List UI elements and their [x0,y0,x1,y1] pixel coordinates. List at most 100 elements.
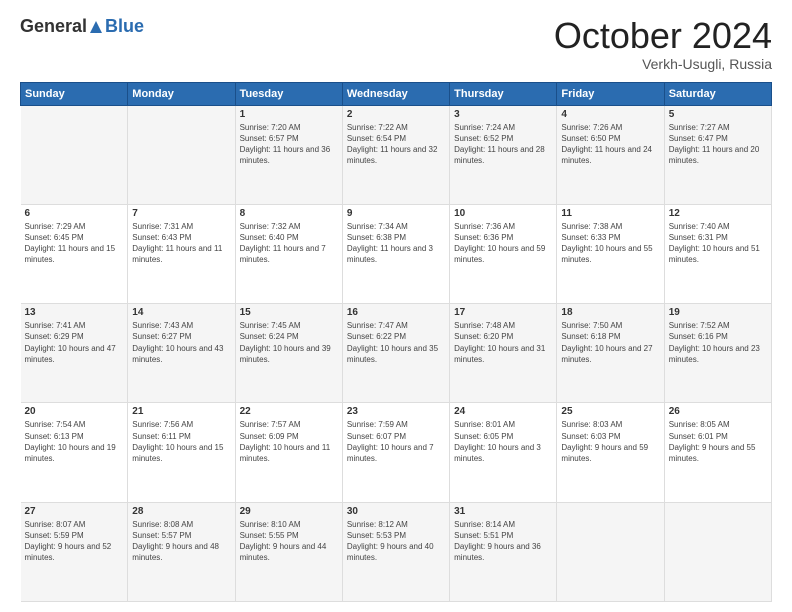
day-cell: 28Sunrise: 8:08 AM Sunset: 5:57 PM Dayli… [128,502,235,601]
day-cell: 30 Sunrise: 8:12 AM Sunset: 5:53 PM Dayli… [342,502,449,601]
day-cell: 31Sunrise: 8:14 AM Sunset: 5:51 PM Dayli… [450,502,557,601]
weekday-header-row: SundayMondayTuesdayWednesdayThursdayFrid… [21,82,772,105]
day-number: 23 [347,406,445,417]
weekday-header-wednesday: Wednesday [342,82,449,105]
day-info: Sunrise: 7:22 AM Sunset: 6:54 PM Dayligh… [347,122,445,167]
week-row-2: 6 Sunrise: 7:29 AM Sunset: 6:45 PM Daylig… [21,204,772,303]
day-cell: 8 Sunrise: 7:32 AM Sunset: 6:40 PM Daylig… [235,204,342,303]
header: General Blue October 2024 Verkh-Usugli, … [20,16,772,72]
day-info: Sunrise: 7:32 AM Sunset: 6:40 PM Dayligh… [240,221,338,266]
day-number: 16 [347,307,445,318]
day-number: 5 [669,109,767,120]
calendar-table: SundayMondayTuesdayWednesdayThursdayFrid… [20,82,772,602]
logo-blue-text: Blue [105,16,144,37]
day-cell: 23 Sunrise: 7:59 AM Sunset: 6:07 PM Dayli… [342,403,449,502]
day-cell: 7 Sunrise: 7:31 AM Sunset: 6:43 PM Daylig… [128,204,235,303]
day-info: Sunrise: 7:24 AM Sunset: 6:52 PM Dayligh… [454,122,552,167]
day-cell: 11 Sunrise: 7:38 AM Sunset: 6:33 PM Dayli… [557,204,664,303]
day-number: 31 [454,506,552,517]
day-number: 12 [669,208,767,219]
day-cell: 29 Sunrise: 8:10 AM Sunset: 5:55 PM Dayli… [235,502,342,601]
weekday-header-sunday: Sunday [21,82,128,105]
day-cell: 10 Sunrise: 7:36 AM Sunset: 6:36 PM Dayli… [450,204,557,303]
day-info: Sunrise: 7:29 AM Sunset: 6:45 PM Dayligh… [25,221,124,266]
week-row-1: 1 Sunrise: 7:20 AM Sunset: 6:57 PM Daylig… [21,105,772,204]
day-number: 8 [240,208,338,219]
day-info: Sunrise: 8:10 AM Sunset: 5:55 PM Dayligh… [240,519,338,564]
weekday-header-tuesday: Tuesday [235,82,342,105]
day-number: 7 [132,208,230,219]
title-block: October 2024 Verkh-Usugli, Russia [554,16,772,72]
day-info: Sunrise: 8:12 AM Sunset: 5:53 PM Dayligh… [347,519,445,564]
day-info: Sunrise: 7:47 AM Sunset: 6:22 PM Dayligh… [347,320,445,365]
day-cell: 22Sunrise: 7:57 AM Sunset: 6:09 PM Dayli… [235,403,342,502]
day-info: Sunrise: 7:57 AM Sunset: 6:09 PM Dayligh… [240,419,338,464]
day-number: 19 [669,307,767,318]
day-info: Sunrise: 7:27 AM Sunset: 6:47 PM Dayligh… [669,122,767,167]
day-number: 13 [25,307,124,318]
day-cell: 16 Sunrise: 7:47 AM Sunset: 6:22 PM Dayli… [342,304,449,403]
day-cell: 15 Sunrise: 7:45 AM Sunset: 6:24 PM Dayli… [235,304,342,403]
day-cell: 3 Sunrise: 7:24 AM Sunset: 6:52 PM Daylig… [450,105,557,204]
day-number: 11 [561,208,659,219]
day-number: 24 [454,406,552,417]
day-info: Sunrise: 7:34 AM Sunset: 6:38 PM Dayligh… [347,221,445,266]
day-info: Sunrise: 8:08 AM Sunset: 5:57 PM Dayligh… [132,519,230,564]
day-info: Sunrise: 7:31 AM Sunset: 6:43 PM Dayligh… [132,221,230,266]
day-cell: 24Sunrise: 8:01 AM Sunset: 6:05 PM Dayli… [450,403,557,502]
day-number: 4 [561,109,659,120]
day-number: 6 [25,208,124,219]
day-info: Sunrise: 8:07 AM Sunset: 5:59 PM Dayligh… [25,519,124,564]
day-info: Sunrise: 7:40 AM Sunset: 6:31 PM Dayligh… [669,221,767,266]
day-info: Sunrise: 7:38 AM Sunset: 6:33 PM Dayligh… [561,221,659,266]
day-cell: 25 Sunrise: 8:03 AM Sunset: 6:03 PM Dayli… [557,403,664,502]
day-info: Sunrise: 7:54 AM Sunset: 6:13 PM Dayligh… [25,419,124,464]
day-info: Sunrise: 7:45 AM Sunset: 6:24 PM Dayligh… [240,320,338,365]
day-info: Sunrise: 7:20 AM Sunset: 6:57 PM Dayligh… [240,122,338,167]
location-title: Verkh-Usugli, Russia [554,56,772,72]
day-number: 30 [347,506,445,517]
day-number: 20 [25,406,124,417]
day-number: 10 [454,208,552,219]
day-cell: 20 Sunrise: 7:54 AM Sunset: 6:13 PM Dayli… [21,403,128,502]
day-info: Sunrise: 7:56 AM Sunset: 6:11 PM Dayligh… [132,419,230,464]
day-number: 26 [669,406,767,417]
day-number: 21 [132,406,230,417]
day-cell: 9Sunrise: 7:34 AM Sunset: 6:38 PM Daylig… [342,204,449,303]
weekday-header-thursday: Thursday [450,82,557,105]
week-row-5: 27 Sunrise: 8:07 AM Sunset: 5:59 PM Dayli… [21,502,772,601]
day-cell: 1 Sunrise: 7:20 AM Sunset: 6:57 PM Daylig… [235,105,342,204]
day-number: 15 [240,307,338,318]
day-number: 27 [25,506,124,517]
day-cell [128,105,235,204]
day-number: 29 [240,506,338,517]
weekday-header-monday: Monday [128,82,235,105]
logo-icon [88,19,104,35]
day-number: 1 [240,109,338,120]
day-cell: 17 Sunrise: 7:48 AM Sunset: 6:20 PM Dayli… [450,304,557,403]
day-cell [664,502,771,601]
day-number: 17 [454,307,552,318]
day-cell: 18 Sunrise: 7:50 AM Sunset: 6:18 PM Dayli… [557,304,664,403]
day-cell: 21 Sunrise: 7:56 AM Sunset: 6:11 PM Dayli… [128,403,235,502]
day-cell: 27 Sunrise: 8:07 AM Sunset: 5:59 PM Dayli… [21,502,128,601]
day-cell: 5 Sunrise: 7:27 AM Sunset: 6:47 PM Daylig… [664,105,771,204]
day-info: Sunrise: 7:52 AM Sunset: 6:16 PM Dayligh… [669,320,767,365]
day-number: 3 [454,109,552,120]
day-cell: 12 Sunrise: 7:40 AM Sunset: 6:31 PM Dayli… [664,204,771,303]
day-number: 2 [347,109,445,120]
day-cell [557,502,664,601]
month-title: October 2024 [554,16,772,56]
day-info: Sunrise: 8:03 AM Sunset: 6:03 PM Dayligh… [561,419,659,464]
day-info: Sunrise: 7:41 AM Sunset: 6:29 PM Dayligh… [25,320,124,365]
day-info: Sunrise: 7:50 AM Sunset: 6:18 PM Dayligh… [561,320,659,365]
day-number: 25 [561,406,659,417]
day-info: Sunrise: 7:48 AM Sunset: 6:20 PM Dayligh… [454,320,552,365]
day-info: Sunrise: 7:59 AM Sunset: 6:07 PM Dayligh… [347,419,445,464]
day-number: 18 [561,307,659,318]
weekday-header-friday: Friday [557,82,664,105]
week-row-4: 20 Sunrise: 7:54 AM Sunset: 6:13 PM Dayli… [21,403,772,502]
logo: General Blue [20,16,144,37]
day-cell: 4Sunrise: 7:26 AM Sunset: 6:50 PM Daylig… [557,105,664,204]
day-info: Sunrise: 7:36 AM Sunset: 6:36 PM Dayligh… [454,221,552,266]
